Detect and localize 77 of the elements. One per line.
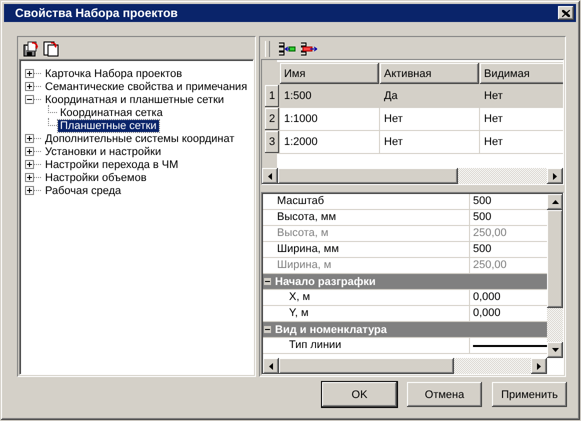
column-header[interactable]: Активная [380,62,480,84]
toolbar-grip[interactable] [265,40,270,56]
table-cell: Нет [480,84,563,108]
property-value[interactable]: 500 [470,242,547,257]
left-arrow-icon [268,172,272,180]
table-cell: Нет [380,130,480,154]
property-label: Y, м [263,306,470,321]
property-label: Высота, м [263,226,470,241]
tree-item[interactable]: Координатная сетка [58,106,165,118]
table-cell: Нет [380,108,480,130]
property-value: 250,00 [472,226,508,241]
tree-item[interactable]: Карточка Набора проектов [43,68,184,80]
row-header[interactable]: 2 [264,108,280,130]
property-value: 250,00 [472,258,508,273]
delete-row-icon[interactable] [300,42,318,56]
dialog-button[interactable]: OK [322,382,397,407]
copy-icon[interactable] [43,40,59,56]
tree-item[interactable]: Установки и настройки [43,146,164,158]
property-value[interactable]: 500 [470,210,547,225]
table-cell: 1:500 [280,84,380,108]
up-arrow-icon [552,200,558,204]
insert-row-icon[interactable] [278,42,296,56]
property-label: X, м [263,290,470,305]
collapse-icon[interactable] [263,277,272,286]
scroll-up-button[interactable] [547,194,563,210]
scroll-left-button[interactable] [262,168,278,184]
right-arrow-icon [537,362,541,370]
scroll-down-button[interactable] [547,342,563,358]
expand-icon[interactable] [25,173,34,182]
expand-icon[interactable] [25,134,34,143]
tree-item[interactable]: Семантические свойства и примечания [43,80,250,92]
expand-icon[interactable] [25,160,34,169]
property-value[interactable]: 0,000 [470,306,547,321]
close-button[interactable] [558,6,574,20]
close-icon [562,10,570,16]
window-title: Свойства Набора проектов [15,6,178,20]
expand-icon[interactable] [25,82,34,91]
scroll-thumb[interactable] [279,358,454,374]
scroll-right-button[interactable] [547,168,563,184]
tree-item[interactable]: Дополнительные системы координат [43,132,236,144]
left-arrow-icon [269,362,273,370]
property-label: Масштаб [263,194,470,209]
property-label: Высота, мм [263,210,470,225]
row-header[interactable]: 1 [264,84,280,108]
table-cell: Да [380,84,480,108]
row-header[interactable]: 3 [264,130,280,154]
vertical-scrollbar[interactable] [547,194,563,358]
column-header[interactable]: Видимая [480,62,563,84]
tree-item[interactable]: Настройки перехода в ЧМ [43,158,180,170]
save-icon[interactable] [23,40,39,56]
property-value[interactable]: 500 [470,194,547,209]
dialog-button[interactable]: Отмена [407,382,482,407]
scroll-thumb[interactable] [547,210,563,308]
right-arrow-icon [553,172,557,180]
horizontal-scrollbar[interactable] [262,168,563,184]
table-cell: 1:2000 [280,130,380,154]
table-cell: 1:1000 [280,108,380,130]
property-label: Тип линии [263,338,470,353]
expand-icon[interactable] [25,186,34,195]
tree-item[interactable]: Координатная и планшетные сетки [43,94,226,106]
down-arrow-icon [552,348,558,352]
expand-icon[interactable] [25,147,34,156]
expand-icon[interactable] [25,69,34,78]
tree-item[interactable]: Настройки объемов [43,172,149,184]
tree-item[interactable]: Рабочая среда [43,184,124,196]
property-label: Ширина, мм [263,242,470,257]
property-label: Ширина, м [263,258,470,273]
property-value[interactable]: 0,000 [470,290,547,305]
collapse-icon[interactable] [25,95,34,104]
horizontal-scrollbar[interactable] [263,358,547,374]
scroll-thumb[interactable] [278,168,458,184]
scroll-right-button[interactable] [531,358,547,374]
column-header[interactable]: Имя [280,62,380,84]
tree-item[interactable]: Планшетные сетки [58,120,159,132]
dialog-button[interactable]: Применить [492,382,567,407]
collapse-icon[interactable] [263,325,272,334]
scroll-left-button[interactable] [263,358,279,374]
